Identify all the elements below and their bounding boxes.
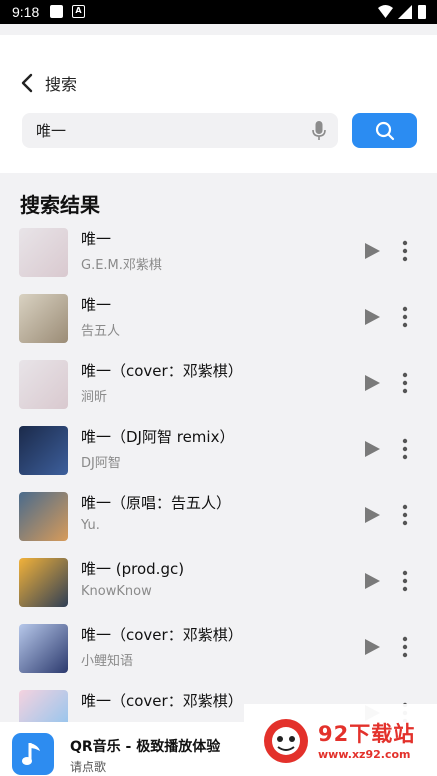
watermark-logo-icon: [264, 719, 308, 763]
back-button[interactable]: 搜索: [18, 71, 77, 95]
ad-subtitle: 请点歌: [70, 760, 107, 774]
signal-icon: [398, 5, 412, 19]
more-options-icon[interactable]: [398, 372, 412, 394]
status-bar: 9:18 A: [0, 0, 437, 24]
more-options-icon[interactable]: [398, 306, 412, 328]
song-artist: Yu.: [81, 518, 100, 533]
result-row[interactable]: 唯一 G.E.M.邓紫棋: [0, 228, 437, 294]
play-icon[interactable]: [363, 440, 381, 458]
play-icon[interactable]: [363, 242, 381, 260]
song-artist: G.E.M.邓紫棋: [81, 258, 162, 273]
play-icon[interactable]: [363, 308, 381, 326]
album-cover: [19, 426, 68, 475]
more-options-icon[interactable]: [398, 636, 412, 658]
status-time: 9:18: [12, 4, 40, 20]
search-results: 搜索结果 唯一 G.E.M.邓紫棋 唯一告五人唯一（cover：邓紫棋） 涧昕唯一（D…: [0, 173, 437, 776]
watermark: 92下载站 www.xz92.com: [244, 704, 437, 776]
song-artist: 小鲤知语: [81, 654, 134, 669]
notification-icon: [50, 5, 63, 18]
song-title: 唯一（cover：邓紫棋）: [81, 362, 243, 380]
more-options-icon[interactable]: [398, 504, 412, 526]
song-title: 唯一（DJ阿智 remix）: [81, 428, 235, 446]
results-title: 搜索结果: [20, 193, 100, 217]
watermark-name: 92下载站: [318, 722, 416, 746]
song-title: 唯一 (prod.gc): [81, 560, 185, 578]
song-title: 唯一（cover：邓紫棋）: [81, 692, 243, 710]
wifi-icon: [378, 5, 393, 18]
ad-title: QR音乐 - 极致播放体验: [70, 739, 221, 755]
play-icon[interactable]: [363, 638, 381, 656]
album-cover: [19, 228, 68, 277]
song-title: 唯一: [81, 296, 112, 314]
search-field[interactable]: [22, 113, 338, 148]
play-icon[interactable]: [363, 572, 381, 590]
album-cover: [19, 360, 68, 409]
battery-icon: [418, 5, 426, 19]
search-button[interactable]: [352, 113, 417, 148]
watermark-url: www.xz92.com: [318, 748, 411, 761]
result-row[interactable]: 唯一 (prod.gc) KnowKnow: [0, 558, 437, 624]
play-icon[interactable]: [363, 374, 381, 392]
song-artist: 告五人: [81, 324, 121, 339]
result-row[interactable]: 唯一 告五人: [0, 294, 437, 360]
result-row[interactable]: 唯一（cover：邓紫棋） 涧昕: [0, 360, 437, 426]
play-icon[interactable]: [363, 506, 381, 524]
song-artist: DJ阿智: [81, 456, 121, 471]
music-note-icon: [22, 743, 40, 765]
top-spacer: [0, 24, 437, 35]
album-cover: [19, 492, 68, 541]
song-title: 唯一（cover：邓紫棋）: [81, 626, 243, 644]
album-cover: [19, 294, 68, 343]
result-row[interactable]: 唯一（原唱：告五人） Yu.: [0, 492, 437, 558]
more-options-icon[interactable]: [398, 438, 412, 460]
result-row[interactable]: 唯一（cover：邓紫棋） 小鲤知语: [0, 624, 437, 690]
song-title: 唯一: [81, 230, 112, 248]
music-app-icon: [12, 733, 54, 775]
more-options-icon[interactable]: [398, 240, 412, 262]
album-cover: [19, 624, 68, 673]
search-header: 搜索: [0, 35, 437, 173]
more-options-icon[interactable]: [398, 570, 412, 592]
song-artist: 涧昕: [81, 390, 108, 405]
search-input[interactable]: [36, 113, 296, 148]
search-icon: [375, 121, 394, 140]
album-cover: [19, 558, 68, 607]
result-row[interactable]: 唯一（DJ阿智 remix） DJ阿智: [0, 426, 437, 492]
microphone-icon[interactable]: [312, 121, 326, 141]
back-label: 搜索: [45, 75, 78, 94]
song-title: 唯一（原唱：告五人）: [81, 494, 232, 512]
song-artist: KnowKnow: [81, 584, 152, 599]
chevron-left-icon: [21, 73, 33, 93]
app-notification-icon: A: [72, 5, 85, 18]
